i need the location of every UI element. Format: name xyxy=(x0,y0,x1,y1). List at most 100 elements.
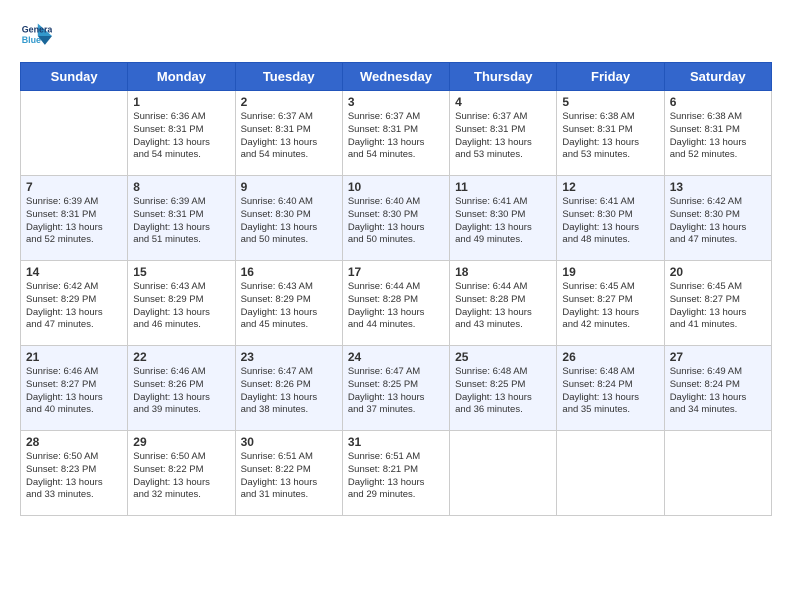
cell-content: Sunrise: 6:42 AM Sunset: 8:29 PM Dayligh… xyxy=(26,281,122,332)
day-number: 9 xyxy=(241,180,337,194)
logo-icon: General Blue xyxy=(20,20,52,52)
cell-content: Sunrise: 6:37 AM Sunset: 8:31 PM Dayligh… xyxy=(455,111,551,162)
day-number: 27 xyxy=(670,350,766,364)
calendar-cell: 12Sunrise: 6:41 AM Sunset: 8:30 PM Dayli… xyxy=(557,176,664,261)
calendar-cell: 15 Sunrise: 6:43 AM Sunset: 8:29 PM Dayli… xyxy=(128,261,235,346)
cell-content: Sunrise: 6:40 AM Sunset: 8:30 PM Dayligh… xyxy=(241,196,337,247)
day-number: 3 xyxy=(348,95,444,109)
cell-content: Sunrise: 6:43 AM Sunset: 8:29 PM Dayligh… xyxy=(241,281,337,332)
calendar-cell: 23 Sunrise: 6:47 AM Sunset: 8:26 PM Dayli… xyxy=(235,346,342,431)
day-number: 11 xyxy=(455,180,551,194)
calendar-cell: 16Sunrise: 6:43 AM Sunset: 8:29 PM Dayli… xyxy=(235,261,342,346)
calendar-cell: 17 Sunrise: 6:44 AM Sunset: 8:28 PM Dayli… xyxy=(342,261,449,346)
day-number: 22 xyxy=(133,350,229,364)
cell-content: Sunrise: 6:46 AM Sunset: 8:26 PM Dayligh… xyxy=(133,366,229,417)
day-number: 23 xyxy=(241,350,337,364)
weekday-header: Friday xyxy=(557,63,664,91)
cell-content: Sunrise: 6:44 AM Sunset: 8:28 PM Dayligh… xyxy=(348,281,444,332)
day-number: 6 xyxy=(670,95,766,109)
calendar-cell: 7 Sunrise: 6:39 AM Sunset: 8:31 PM Daylig… xyxy=(21,176,128,261)
calendar-cell: 18 Sunrise: 6:44 AM Sunset: 8:28 PM Dayli… xyxy=(450,261,557,346)
day-number: 29 xyxy=(133,435,229,449)
calendar-cell: 19 Sunrise: 6:45 AM Sunset: 8:27 PM Dayli… xyxy=(557,261,664,346)
day-number: 20 xyxy=(670,265,766,279)
day-number: 18 xyxy=(455,265,551,279)
cell-content: Sunrise: 6:45 AM Sunset: 8:27 PM Dayligh… xyxy=(562,281,658,332)
cell-content: Sunrise: 6:40 AM Sunset: 8:30 PM Dayligh… xyxy=(348,196,444,247)
day-number: 13 xyxy=(670,180,766,194)
svg-text:General: General xyxy=(22,24,52,34)
calendar-week-row: 21 Sunrise: 6:46 AM Sunset: 8:27 PM Dayli… xyxy=(21,346,772,431)
calendar-cell: 13 Sunrise: 6:42 AM Sunset: 8:30 PM Dayli… xyxy=(664,176,771,261)
cell-content: Sunrise: 6:43 AM Sunset: 8:29 PM Dayligh… xyxy=(133,281,229,332)
calendar-week-row: 14 Sunrise: 6:42 AM Sunset: 8:29 PM Dayli… xyxy=(21,261,772,346)
day-number: 21 xyxy=(26,350,122,364)
calendar-cell: 31Sunrise: 6:51 AM Sunset: 8:21 PM Dayli… xyxy=(342,431,449,516)
calendar-cell: 9 Sunrise: 6:40 AM Sunset: 8:30 PM Daylig… xyxy=(235,176,342,261)
cell-content: Sunrise: 6:41 AM Sunset: 8:30 PM Dayligh… xyxy=(455,196,551,247)
svg-text:Blue: Blue xyxy=(22,35,41,45)
cell-content: Sunrise: 6:46 AM Sunset: 8:27 PM Dayligh… xyxy=(26,366,122,417)
day-number: 31 xyxy=(348,435,444,449)
cell-content: Sunrise: 6:38 AM Sunset: 8:31 PM Dayligh… xyxy=(562,111,658,162)
cell-content: Sunrise: 6:36 AM Sunset: 8:31 PM Dayligh… xyxy=(133,111,229,162)
day-number: 8 xyxy=(133,180,229,194)
calendar-cell: 1Sunrise: 6:36 AM Sunset: 8:31 PM Daylig… xyxy=(128,91,235,176)
day-number: 28 xyxy=(26,435,122,449)
cell-content: Sunrise: 6:37 AM Sunset: 8:31 PM Dayligh… xyxy=(348,111,444,162)
cell-content: Sunrise: 6:47 AM Sunset: 8:25 PM Dayligh… xyxy=(348,366,444,417)
cell-content: Sunrise: 6:39 AM Sunset: 8:31 PM Dayligh… xyxy=(26,196,122,247)
weekday-header: Sunday xyxy=(21,63,128,91)
calendar-cell: 30Sunrise: 6:51 AM Sunset: 8:22 PM Dayli… xyxy=(235,431,342,516)
cell-content: Sunrise: 6:47 AM Sunset: 8:26 PM Dayligh… xyxy=(241,366,337,417)
day-number: 7 xyxy=(26,180,122,194)
calendar-cell: 5 Sunrise: 6:38 AM Sunset: 8:31 PM Daylig… xyxy=(557,91,664,176)
calendar-cell: 3 Sunrise: 6:37 AM Sunset: 8:31 PM Daylig… xyxy=(342,91,449,176)
page-header: General Blue xyxy=(20,20,772,52)
day-number: 30 xyxy=(241,435,337,449)
calendar-week-row: 7 Sunrise: 6:39 AM Sunset: 8:31 PM Daylig… xyxy=(21,176,772,261)
calendar-cell: 21 Sunrise: 6:46 AM Sunset: 8:27 PM Dayli… xyxy=(21,346,128,431)
cell-content: Sunrise: 6:48 AM Sunset: 8:24 PM Dayligh… xyxy=(562,366,658,417)
calendar-cell: 6 Sunrise: 6:38 AM Sunset: 8:31 PM Daylig… xyxy=(664,91,771,176)
calendar-cell: 22 Sunrise: 6:46 AM Sunset: 8:26 PM Dayli… xyxy=(128,346,235,431)
day-number: 17 xyxy=(348,265,444,279)
calendar-cell: 25 Sunrise: 6:48 AM Sunset: 8:25 PM Dayli… xyxy=(450,346,557,431)
calendar-cell xyxy=(664,431,771,516)
weekday-header: Saturday xyxy=(664,63,771,91)
calendar-cell xyxy=(450,431,557,516)
calendar-cell: 8 Sunrise: 6:39 AM Sunset: 8:31 PM Daylig… xyxy=(128,176,235,261)
calendar-cell xyxy=(557,431,664,516)
day-number: 14 xyxy=(26,265,122,279)
day-number: 5 xyxy=(562,95,658,109)
cell-content: Sunrise: 6:38 AM Sunset: 8:31 PM Dayligh… xyxy=(670,111,766,162)
cell-content: Sunrise: 6:50 AM Sunset: 8:23 PM Dayligh… xyxy=(26,451,122,502)
calendar-cell: 10 Sunrise: 6:40 AM Sunset: 8:30 PM Dayli… xyxy=(342,176,449,261)
day-number: 25 xyxy=(455,350,551,364)
day-number: 15 xyxy=(133,265,229,279)
cell-content: Sunrise: 6:50 AM Sunset: 8:22 PM Dayligh… xyxy=(133,451,229,502)
calendar-cell: 4Sunrise: 6:37 AM Sunset: 8:31 PM Daylig… xyxy=(450,91,557,176)
calendar-table: SundayMondayTuesdayWednesdayThursdayFrid… xyxy=(20,62,772,516)
calendar-cell: 2 Sunrise: 6:37 AM Sunset: 8:31 PM Daylig… xyxy=(235,91,342,176)
cell-content: Sunrise: 6:44 AM Sunset: 8:28 PM Dayligh… xyxy=(455,281,551,332)
calendar-cell: 24Sunrise: 6:47 AM Sunset: 8:25 PM Dayli… xyxy=(342,346,449,431)
weekday-header: Tuesday xyxy=(235,63,342,91)
cell-content: Sunrise: 6:45 AM Sunset: 8:27 PM Dayligh… xyxy=(670,281,766,332)
day-number: 10 xyxy=(348,180,444,194)
day-number: 2 xyxy=(241,95,337,109)
weekday-header: Wednesday xyxy=(342,63,449,91)
cell-content: Sunrise: 6:39 AM Sunset: 8:31 PM Dayligh… xyxy=(133,196,229,247)
calendar-cell: 20 Sunrise: 6:45 AM Sunset: 8:27 PM Dayli… xyxy=(664,261,771,346)
calendar-cell: 27Sunrise: 6:49 AM Sunset: 8:24 PM Dayli… xyxy=(664,346,771,431)
day-number: 26 xyxy=(562,350,658,364)
calendar-week-row: 28 Sunrise: 6:50 AM Sunset: 8:23 PM Dayli… xyxy=(21,431,772,516)
day-number: 19 xyxy=(562,265,658,279)
calendar-cell: 29 Sunrise: 6:50 AM Sunset: 8:22 PM Dayli… xyxy=(128,431,235,516)
calendar-header-row: SundayMondayTuesdayWednesdayThursdayFrid… xyxy=(21,63,772,91)
cell-content: Sunrise: 6:37 AM Sunset: 8:31 PM Dayligh… xyxy=(241,111,337,162)
cell-content: Sunrise: 6:48 AM Sunset: 8:25 PM Dayligh… xyxy=(455,366,551,417)
calendar-week-row: 1Sunrise: 6:36 AM Sunset: 8:31 PM Daylig… xyxy=(21,91,772,176)
calendar-cell: 11 Sunrise: 6:41 AM Sunset: 8:30 PM Dayli… xyxy=(450,176,557,261)
cell-content: Sunrise: 6:42 AM Sunset: 8:30 PM Dayligh… xyxy=(670,196,766,247)
